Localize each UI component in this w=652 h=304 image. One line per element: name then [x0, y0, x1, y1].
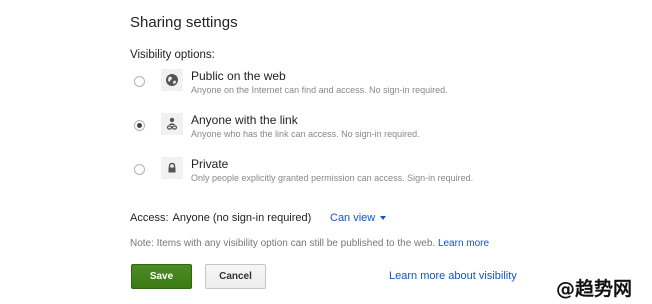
- option-anyone-with-link-description: Anyone who has the link can access. No s…: [191, 129, 420, 139]
- globe-icon: [161, 69, 183, 91]
- permission-dropdown-label: Can view: [330, 212, 376, 224]
- link-user-icon: [161, 113, 183, 135]
- publish-note-text: Note: Items with any visibility option c…: [130, 238, 436, 249]
- publish-note: Note: Items with any visibility option c…: [130, 238, 489, 249]
- access-label: Access:: [130, 212, 169, 224]
- option-public-label: Public on the web: [191, 69, 286, 83]
- dialog-title: Sharing settings: [130, 14, 238, 31]
- radio-public[interactable]: [134, 76, 145, 87]
- visibility-options-label: Visibility options:: [130, 49, 215, 61]
- option-public[interactable]: Public on the web Anyone on the Internet…: [130, 69, 550, 109]
- option-private[interactable]: Private Only people explicitly granted p…: [130, 157, 550, 197]
- cancel-button[interactable]: Cancel: [205, 264, 266, 289]
- option-anyone-with-link-label: Anyone with the link: [191, 113, 298, 127]
- watermark: @趋势网: [556, 278, 633, 300]
- access-row: Access: Anyone (no sign-in required): [130, 212, 311, 224]
- radio-anyone-with-link[interactable]: [134, 120, 145, 131]
- save-button[interactable]: Save: [131, 264, 192, 289]
- lock-icon: [161, 157, 183, 179]
- learn-more-link[interactable]: Learn more: [438, 238, 489, 249]
- chevron-down-icon: [380, 216, 387, 221]
- option-public-description: Anyone on the Internet can find and acce…: [191, 85, 448, 95]
- permission-dropdown[interactable]: Can view: [330, 212, 387, 224]
- learn-more-visibility-link[interactable]: Learn more about visibility: [389, 270, 517, 282]
- option-private-description: Only people explicitly granted permissio…: [191, 173, 474, 183]
- access-value: Anyone (no sign-in required): [172, 212, 312, 224]
- option-private-label: Private: [191, 157, 229, 171]
- option-anyone-with-link[interactable]: Anyone with the link Anyone who has the …: [130, 113, 550, 153]
- radio-private[interactable]: [134, 164, 145, 175]
